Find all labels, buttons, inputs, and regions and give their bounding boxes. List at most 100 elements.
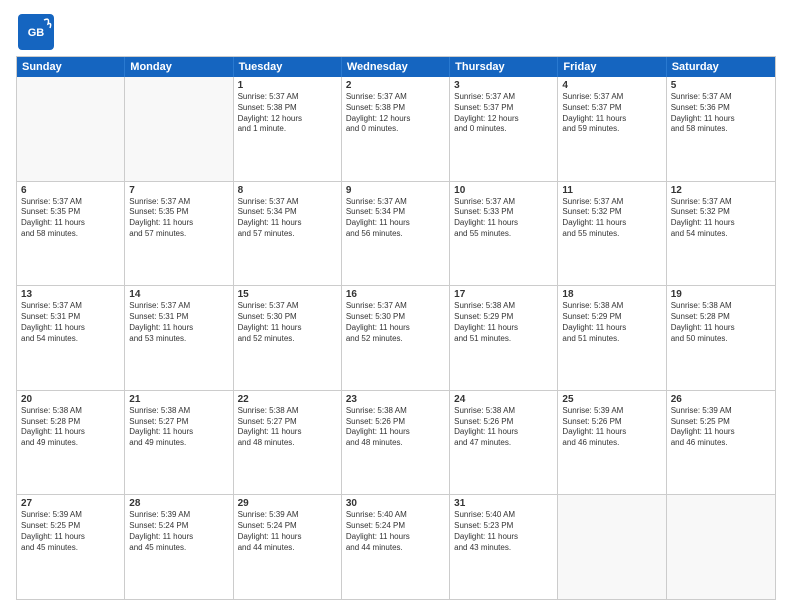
calendar-cell-29: 29Sunrise: 5:39 AMSunset: 5:24 PMDayligh… [234, 495, 342, 599]
calendar-cell-21: 21Sunrise: 5:38 AMSunset: 5:27 PMDayligh… [125, 391, 233, 495]
cell-details: Sunrise: 5:37 AMSunset: 5:35 PMDaylight:… [129, 197, 228, 240]
calendar-cell-13: 13Sunrise: 5:37 AMSunset: 5:31 PMDayligh… [17, 286, 125, 390]
cell-details: Sunrise: 5:37 AMSunset: 5:30 PMDaylight:… [346, 301, 445, 344]
day-number: 18 [562, 289, 661, 300]
day-number: 24 [454, 394, 553, 405]
calendar-cell-18: 18Sunrise: 5:38 AMSunset: 5:29 PMDayligh… [558, 286, 666, 390]
calendar-row-2: 13Sunrise: 5:37 AMSunset: 5:31 PMDayligh… [17, 285, 775, 390]
cell-details: Sunrise: 5:38 AMSunset: 5:29 PMDaylight:… [562, 301, 661, 344]
cell-details: Sunrise: 5:38 AMSunset: 5:28 PMDaylight:… [21, 406, 120, 449]
cell-details: Sunrise: 5:39 AMSunset: 5:24 PMDaylight:… [238, 510, 337, 553]
calendar-cell-26: 26Sunrise: 5:39 AMSunset: 5:25 PMDayligh… [667, 391, 775, 495]
day-number: 27 [21, 498, 120, 509]
header-day-wednesday: Wednesday [342, 57, 450, 77]
logo: GB [16, 12, 54, 48]
day-number: 1 [238, 80, 337, 91]
day-number: 30 [346, 498, 445, 509]
cell-details: Sunrise: 5:37 AMSunset: 5:31 PMDaylight:… [21, 301, 120, 344]
cell-details: Sunrise: 5:39 AMSunset: 5:24 PMDaylight:… [129, 510, 228, 553]
calendar-cell-7: 7Sunrise: 5:37 AMSunset: 5:35 PMDaylight… [125, 182, 233, 286]
calendar-cell-8: 8Sunrise: 5:37 AMSunset: 5:34 PMDaylight… [234, 182, 342, 286]
cell-details: Sunrise: 5:37 AMSunset: 5:34 PMDaylight:… [346, 197, 445, 240]
cell-details: Sunrise: 5:37 AMSunset: 5:33 PMDaylight:… [454, 197, 553, 240]
cell-details: Sunrise: 5:38 AMSunset: 5:26 PMDaylight:… [454, 406, 553, 449]
day-number: 25 [562, 394, 661, 405]
calendar-cell-30: 30Sunrise: 5:40 AMSunset: 5:24 PMDayligh… [342, 495, 450, 599]
calendar-row-0: 1Sunrise: 5:37 AMSunset: 5:38 PMDaylight… [17, 77, 775, 181]
cell-details: Sunrise: 5:39 AMSunset: 5:25 PMDaylight:… [21, 510, 120, 553]
day-number: 29 [238, 498, 337, 509]
calendar-cell-20: 20Sunrise: 5:38 AMSunset: 5:28 PMDayligh… [17, 391, 125, 495]
day-number: 26 [671, 394, 771, 405]
cell-details: Sunrise: 5:40 AMSunset: 5:24 PMDaylight:… [346, 510, 445, 553]
calendar: SundayMondayTuesdayWednesdayThursdayFrid… [16, 56, 776, 600]
cell-details: Sunrise: 5:37 AMSunset: 5:30 PMDaylight:… [238, 301, 337, 344]
day-number: 6 [21, 185, 120, 196]
calendar-cell-6: 6Sunrise: 5:37 AMSunset: 5:35 PMDaylight… [17, 182, 125, 286]
day-number: 3 [454, 80, 553, 91]
day-number: 15 [238, 289, 337, 300]
calendar-cell-15: 15Sunrise: 5:37 AMSunset: 5:30 PMDayligh… [234, 286, 342, 390]
cell-details: Sunrise: 5:37 AMSunset: 5:37 PMDaylight:… [562, 92, 661, 135]
calendar-cell-27: 27Sunrise: 5:39 AMSunset: 5:25 PMDayligh… [17, 495, 125, 599]
cell-details: Sunrise: 5:37 AMSunset: 5:34 PMDaylight:… [238, 197, 337, 240]
calendar-cell-1: 1Sunrise: 5:37 AMSunset: 5:38 PMDaylight… [234, 77, 342, 181]
day-number: 4 [562, 80, 661, 91]
calendar-cell-28: 28Sunrise: 5:39 AMSunset: 5:24 PMDayligh… [125, 495, 233, 599]
header-day-thursday: Thursday [450, 57, 558, 77]
cell-details: Sunrise: 5:39 AMSunset: 5:26 PMDaylight:… [562, 406, 661, 449]
header-day-friday: Friday [558, 57, 666, 77]
cell-details: Sunrise: 5:40 AMSunset: 5:23 PMDaylight:… [454, 510, 553, 553]
day-number: 19 [671, 289, 771, 300]
calendar-cell-2: 2Sunrise: 5:37 AMSunset: 5:38 PMDaylight… [342, 77, 450, 181]
calendar-cell-4: 4Sunrise: 5:37 AMSunset: 5:37 PMDaylight… [558, 77, 666, 181]
day-number: 17 [454, 289, 553, 300]
day-number: 16 [346, 289, 445, 300]
day-number: 28 [129, 498, 228, 509]
calendar-row-4: 27Sunrise: 5:39 AMSunset: 5:25 PMDayligh… [17, 494, 775, 599]
calendar-cell-23: 23Sunrise: 5:38 AMSunset: 5:26 PMDayligh… [342, 391, 450, 495]
calendar-row-1: 6Sunrise: 5:37 AMSunset: 5:35 PMDaylight… [17, 181, 775, 286]
day-number: 23 [346, 394, 445, 405]
day-number: 12 [671, 185, 771, 196]
cell-details: Sunrise: 5:38 AMSunset: 5:26 PMDaylight:… [346, 406, 445, 449]
calendar-cell-5: 5Sunrise: 5:37 AMSunset: 5:36 PMDaylight… [667, 77, 775, 181]
day-number: 9 [346, 185, 445, 196]
cell-details: Sunrise: 5:38 AMSunset: 5:27 PMDaylight:… [129, 406, 228, 449]
calendar-cell-empty-0-1 [125, 77, 233, 181]
cell-details: Sunrise: 5:37 AMSunset: 5:37 PMDaylight:… [454, 92, 553, 135]
calendar-cell-14: 14Sunrise: 5:37 AMSunset: 5:31 PMDayligh… [125, 286, 233, 390]
header-day-monday: Monday [125, 57, 233, 77]
day-number: 13 [21, 289, 120, 300]
header-day-saturday: Saturday [667, 57, 775, 77]
calendar-cell-11: 11Sunrise: 5:37 AMSunset: 5:32 PMDayligh… [558, 182, 666, 286]
calendar-body: 1Sunrise: 5:37 AMSunset: 5:38 PMDaylight… [17, 77, 775, 599]
day-number: 14 [129, 289, 228, 300]
svg-text:GB: GB [28, 27, 45, 39]
cell-details: Sunrise: 5:37 AMSunset: 5:31 PMDaylight:… [129, 301, 228, 344]
logo-icon: GB [16, 12, 52, 48]
cell-details: Sunrise: 5:37 AMSunset: 5:32 PMDaylight:… [671, 197, 771, 240]
calendar-cell-19: 19Sunrise: 5:38 AMSunset: 5:28 PMDayligh… [667, 286, 775, 390]
calendar-row-3: 20Sunrise: 5:38 AMSunset: 5:28 PMDayligh… [17, 390, 775, 495]
calendar-cell-empty-4-5 [558, 495, 666, 599]
cell-details: Sunrise: 5:38 AMSunset: 5:27 PMDaylight:… [238, 406, 337, 449]
header-day-sunday: Sunday [17, 57, 125, 77]
header-day-tuesday: Tuesday [234, 57, 342, 77]
day-number: 20 [21, 394, 120, 405]
calendar-cell-9: 9Sunrise: 5:37 AMSunset: 5:34 PMDaylight… [342, 182, 450, 286]
cell-details: Sunrise: 5:38 AMSunset: 5:29 PMDaylight:… [454, 301, 553, 344]
calendar-cell-16: 16Sunrise: 5:37 AMSunset: 5:30 PMDayligh… [342, 286, 450, 390]
cell-details: Sunrise: 5:37 AMSunset: 5:36 PMDaylight:… [671, 92, 771, 135]
calendar-cell-17: 17Sunrise: 5:38 AMSunset: 5:29 PMDayligh… [450, 286, 558, 390]
day-number: 22 [238, 394, 337, 405]
day-number: 7 [129, 185, 228, 196]
day-number: 2 [346, 80, 445, 91]
cell-details: Sunrise: 5:37 AMSunset: 5:38 PMDaylight:… [238, 92, 337, 135]
cell-details: Sunrise: 5:37 AMSunset: 5:32 PMDaylight:… [562, 197, 661, 240]
calendar-cell-25: 25Sunrise: 5:39 AMSunset: 5:26 PMDayligh… [558, 391, 666, 495]
cell-details: Sunrise: 5:37 AMSunset: 5:35 PMDaylight:… [21, 197, 120, 240]
day-number: 31 [454, 498, 553, 509]
calendar-header: SundayMondayTuesdayWednesdayThursdayFrid… [17, 57, 775, 77]
cell-details: Sunrise: 5:38 AMSunset: 5:28 PMDaylight:… [671, 301, 771, 344]
